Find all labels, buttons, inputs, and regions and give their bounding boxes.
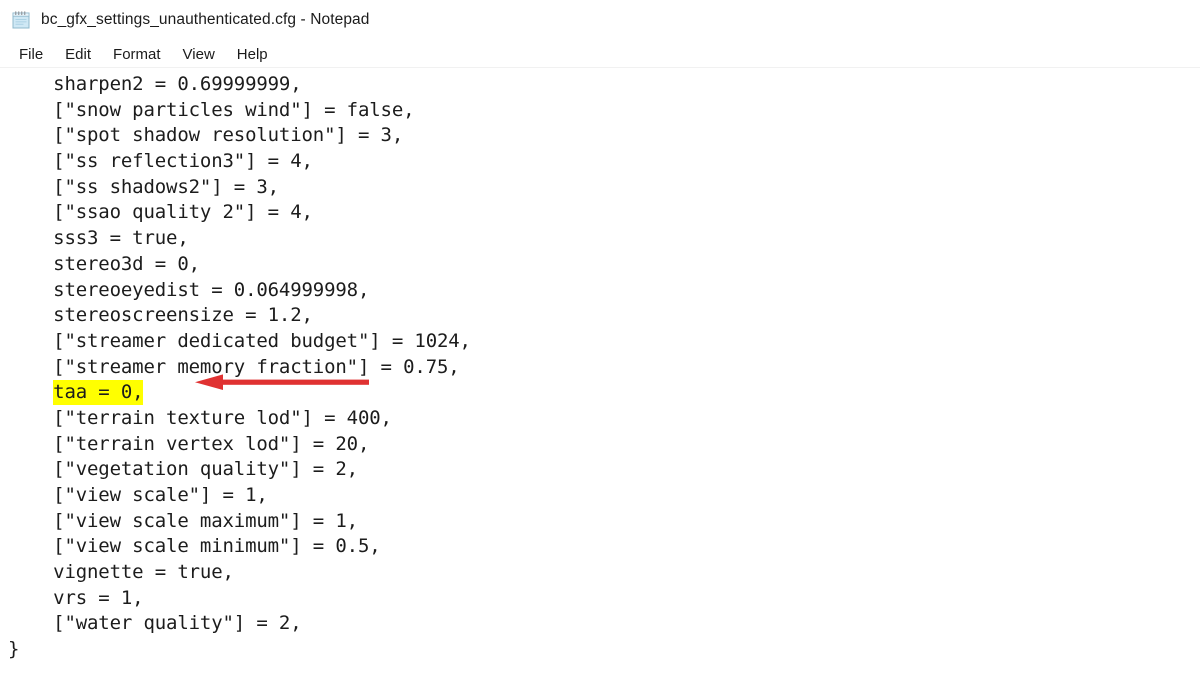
code-line: taa = 0, xyxy=(8,380,471,406)
menu-item-edit[interactable]: Edit xyxy=(54,44,102,65)
code-line: sharpen2 = 0.69999999, xyxy=(8,73,302,95)
code-line: ["streamer dedicated budget"] = 1024, xyxy=(8,329,471,352)
code-line: vrs = 1, xyxy=(8,586,144,609)
code-line: sss3 = true, xyxy=(8,227,189,250)
menu-bar: File Edit Format View Help xyxy=(0,41,1200,67)
window-title: bc_gfx_settings_unauthenticated.cfg - No… xyxy=(41,11,370,28)
code-line: ["terrain texture lod"] = 400, xyxy=(8,406,392,429)
menu-item-help[interactable]: Help xyxy=(226,44,279,65)
code-line: vignette = true, xyxy=(8,561,234,584)
code-line: stereoeyedist = 0.064999998, xyxy=(8,278,370,301)
menu-item-format[interactable]: Format xyxy=(102,44,172,65)
code-line: stereo3d = 0, xyxy=(8,252,200,275)
code-line: ["ssao quality 2"] = 4, xyxy=(8,201,313,224)
code-line: ["snow particles wind"] = false, xyxy=(8,98,415,121)
code-line: ["spot shadow resolution"] = 3, xyxy=(8,124,404,147)
code-line: } xyxy=(8,638,20,661)
code-line: ["view scale maximum"] = 1, xyxy=(8,509,358,532)
title-bar: bc_gfx_settings_unauthenticated.cfg - No… xyxy=(0,0,1200,40)
notepad-icon xyxy=(10,9,32,31)
text-editor-area[interactable]: sharpen2 = 0.69999999, ["snow particles … xyxy=(0,68,1200,675)
menu-item-view[interactable]: View xyxy=(172,44,226,65)
code-line: ["ss shadows2"] = 3, xyxy=(8,175,279,198)
code-line: stereoscreensize = 1.2, xyxy=(8,304,313,327)
code-line: ["view scale"] = 1, xyxy=(8,484,268,506)
code-line: ["ss reflection3"] = 4, xyxy=(8,150,313,173)
menu-item-file[interactable]: File xyxy=(8,44,54,65)
highlighted-text: taa = 0, xyxy=(53,380,144,406)
code-line: ["streamer memory fraction"] = 0.75, xyxy=(8,355,460,378)
code-line: ["view scale minimum"] = 0.5, xyxy=(8,535,381,558)
config-file-text[interactable]: sharpen2 = 0.69999999, ["snow particles … xyxy=(8,72,471,663)
code-line: ["vegetation quality"] = 2, xyxy=(8,458,358,481)
code-line: ["terrain vertex lod"] = 20, xyxy=(8,432,370,455)
code-line: ["water quality"] = 2, xyxy=(8,612,302,635)
